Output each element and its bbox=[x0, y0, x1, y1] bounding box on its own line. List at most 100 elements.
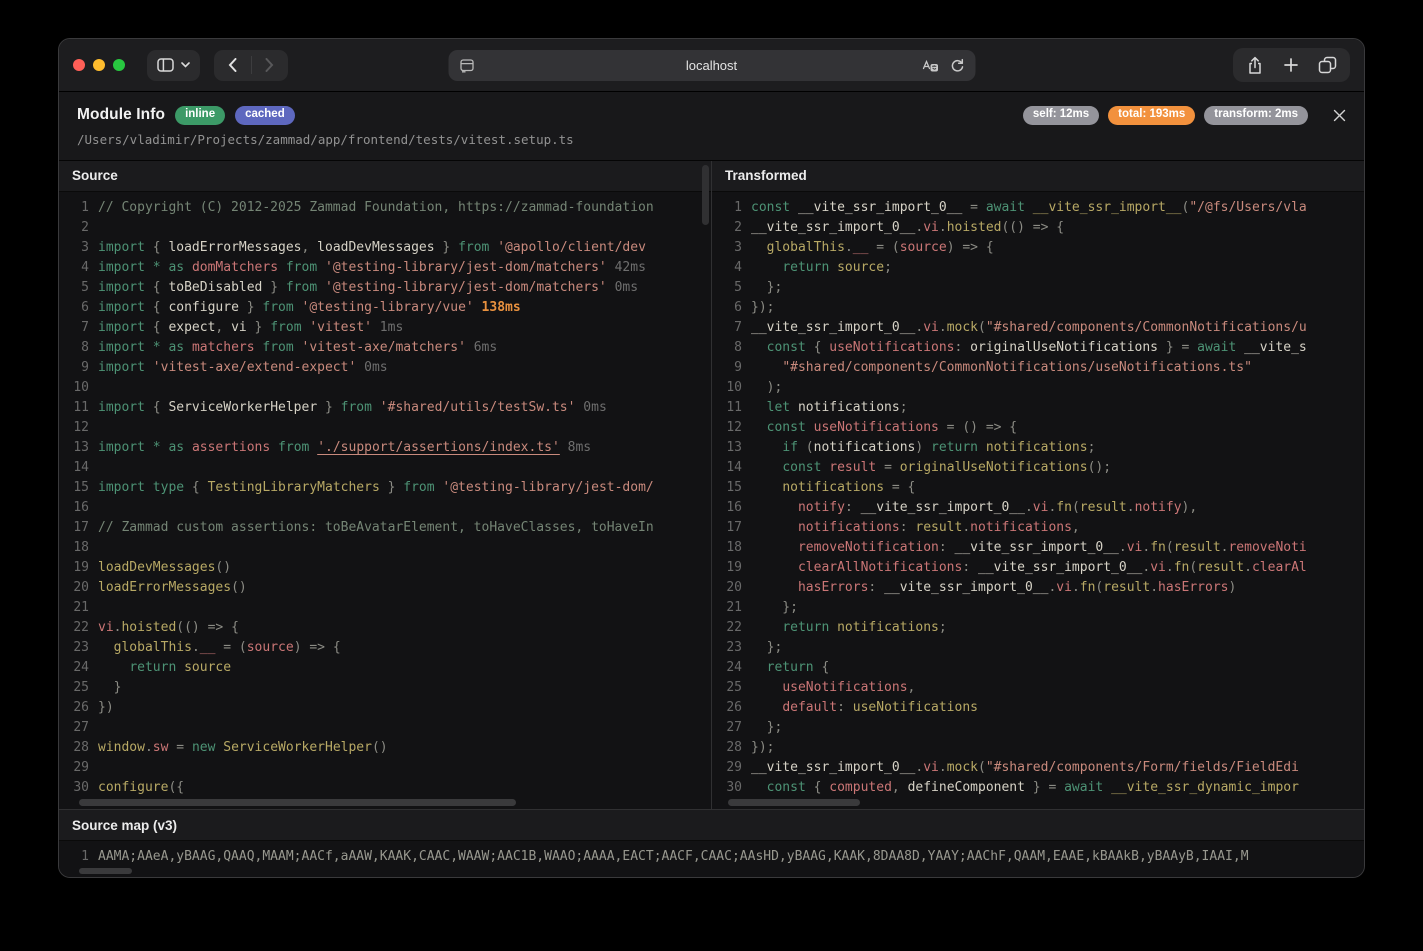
line-number: 9 bbox=[712, 358, 751, 378]
code-token: } bbox=[380, 480, 403, 495]
module-link[interactable]: './support/assertions/index.ts' bbox=[317, 440, 560, 455]
code-token bbox=[184, 260, 192, 275]
address-bar[interactable]: localhost bbox=[448, 50, 975, 81]
code-token: sw bbox=[153, 740, 169, 755]
line-number: 14 bbox=[59, 458, 98, 478]
code-token bbox=[145, 260, 153, 275]
code-token: vi bbox=[1150, 560, 1166, 575]
translate-icon[interactable] bbox=[921, 58, 938, 73]
code-token bbox=[806, 420, 814, 435]
code-line: 7__vite_ssr_import_0__.vi.mock("#shared/… bbox=[712, 318, 1364, 338]
share-icon[interactable] bbox=[1246, 56, 1264, 75]
code-token bbox=[751, 660, 767, 675]
line-number: 20 bbox=[712, 578, 751, 598]
code-line: 1// Copyright (C) 2012-2025 Zammad Found… bbox=[59, 198, 711, 218]
sourcemap-body[interactable]: 1 AAMA;AAeA,yBAAG,QAAQ,MAAM;AACf,aAAW,KA… bbox=[59, 841, 1364, 877]
code-token: . bbox=[1244, 560, 1252, 575]
code-token: = bbox=[876, 460, 899, 475]
code-token: }); bbox=[751, 740, 774, 755]
source-code-editor[interactable]: 1// Copyright (C) 2012-2025 Zammad Found… bbox=[59, 192, 711, 810]
code-token: window bbox=[98, 740, 145, 755]
close-panel-button[interactable] bbox=[1333, 109, 1346, 122]
code-token: . bbox=[962, 520, 970, 535]
code-token: new bbox=[192, 740, 215, 755]
code-token bbox=[294, 300, 302, 315]
code-token: , bbox=[908, 680, 916, 695]
code-token: fn bbox=[1150, 540, 1166, 555]
module-info-header: Module Info inline cached self: 12ms tot… bbox=[59, 92, 1364, 160]
code-token: import bbox=[98, 440, 145, 455]
code-token bbox=[751, 400, 767, 415]
line-number: 10 bbox=[712, 378, 751, 398]
code-line: 3import { loadErrorMessages, loadDevMess… bbox=[59, 238, 711, 258]
code-token: * bbox=[153, 440, 161, 455]
line-number: 25 bbox=[59, 678, 98, 698]
code-token bbox=[751, 520, 798, 535]
source-vertical-scrollbar[interactable] bbox=[702, 165, 709, 225]
close-window-button[interactable] bbox=[73, 59, 85, 71]
code-token: } bbox=[239, 300, 262, 315]
page-title: Module Info bbox=[77, 106, 165, 124]
code-token: = () => { bbox=[939, 420, 1017, 435]
code-token: '@testing-library/jest-dom/matchers' bbox=[325, 260, 607, 275]
code-token bbox=[294, 340, 302, 355]
code-token: type bbox=[153, 480, 184, 495]
code-token bbox=[829, 260, 837, 275]
code-token: ) bbox=[915, 440, 931, 455]
line-number: 18 bbox=[712, 538, 751, 558]
code-token: if bbox=[782, 440, 798, 455]
code-token: return bbox=[767, 660, 814, 675]
code-line: 10 bbox=[59, 378, 711, 398]
source-horizontal-scrollbar[interactable] bbox=[79, 799, 516, 806]
code-token: (() => { bbox=[1001, 220, 1064, 235]
code-token: from bbox=[278, 440, 309, 455]
code-token: vi bbox=[923, 220, 939, 235]
code-token: 6ms bbox=[466, 340, 497, 355]
code-token: (); bbox=[1088, 460, 1111, 475]
code-token bbox=[751, 540, 798, 555]
forward-button[interactable] bbox=[252, 50, 289, 81]
minimize-window-button[interactable] bbox=[93, 59, 105, 71]
code-token: = { bbox=[884, 480, 915, 495]
transformed-horizontal-scrollbar[interactable] bbox=[728, 799, 860, 806]
code-token: . bbox=[192, 640, 200, 655]
code-token: }; bbox=[751, 720, 782, 735]
back-button[interactable] bbox=[214, 50, 251, 81]
code-token: 'vitest-axe/matchers' bbox=[302, 340, 466, 355]
code-token: = ( bbox=[868, 240, 899, 255]
code-token: vi bbox=[98, 620, 114, 635]
code-token: import bbox=[98, 300, 145, 315]
code-token: const bbox=[751, 200, 790, 215]
transformed-code-editor[interactable]: 1const __vite_ssr_import_0__ = await __v… bbox=[712, 192, 1364, 810]
code-token: 0ms bbox=[356, 360, 387, 375]
code-token: useNotifications bbox=[814, 420, 939, 435]
line-number: 14 bbox=[712, 458, 751, 478]
code-token bbox=[751, 440, 782, 455]
code-token bbox=[829, 620, 837, 635]
code-token: , bbox=[892, 780, 908, 795]
code-token: (() => { bbox=[176, 620, 239, 635]
reload-icon[interactable] bbox=[949, 58, 964, 73]
code-token: fn bbox=[1056, 500, 1072, 515]
code-token: result bbox=[1174, 540, 1221, 555]
new-tab-icon[interactable] bbox=[1283, 57, 1299, 73]
code-token: 'vitest' bbox=[309, 320, 372, 335]
code-token: ( bbox=[798, 440, 814, 455]
code-line: 2 bbox=[59, 218, 711, 238]
line-number: 12 bbox=[59, 418, 98, 438]
sidebar-toggle-button[interactable] bbox=[147, 50, 200, 81]
code-token: const bbox=[767, 780, 806, 795]
code-token: __ bbox=[200, 640, 216, 655]
code-token: from bbox=[262, 340, 293, 355]
code-token: await bbox=[986, 200, 1025, 215]
line-number: 24 bbox=[712, 658, 751, 678]
code-token bbox=[751, 620, 782, 635]
zoom-window-button[interactable] bbox=[113, 59, 125, 71]
module-path: /Users/vladimir/Projects/zammad/app/fron… bbox=[77, 132, 1346, 147]
sourcemap-horizontal-scrollbar[interactable] bbox=[79, 868, 132, 874]
code-line: 25 useNotifications, bbox=[712, 678, 1364, 698]
code-token: const bbox=[767, 340, 806, 355]
tab-overview-icon[interactable] bbox=[1318, 56, 1337, 74]
code-token bbox=[145, 440, 153, 455]
code-token: : bbox=[955, 340, 971, 355]
